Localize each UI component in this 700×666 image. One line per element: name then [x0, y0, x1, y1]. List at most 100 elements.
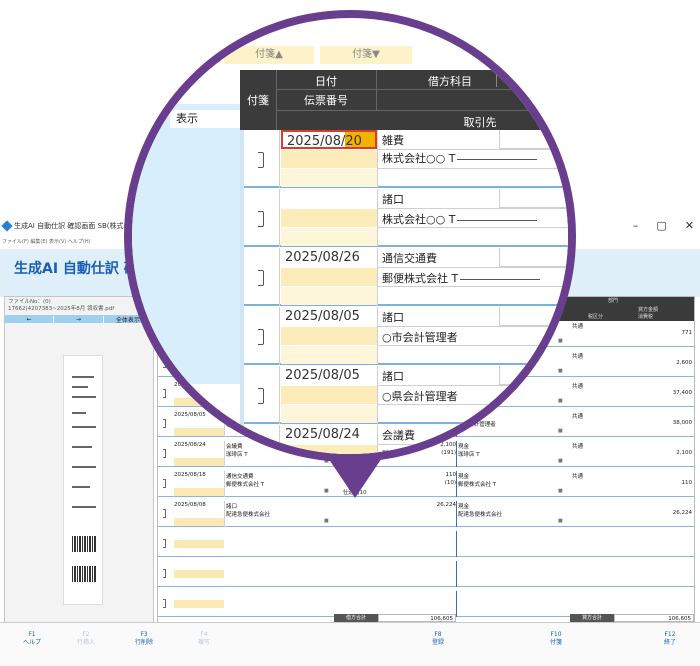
credit-amount[interactable]: 2,600: [614, 360, 692, 366]
tax-class[interactable]: 共通: [572, 412, 583, 420]
debit-subaccount-cell[interactable]: [499, 130, 568, 149]
partner-cell[interactable]: ○市会計管理者: [382, 329, 458, 345]
credit-partner[interactable]: 郵便株式会社 T: [458, 480, 496, 488]
tax-class[interactable]: 共通: [572, 382, 583, 390]
magnified-row[interactable]: 2025/08/05 諸口 ○市会計管理者: [244, 307, 568, 365]
voucher-number-cell[interactable]: [281, 327, 377, 345]
f12-exit-button[interactable]: F12 終了: [650, 631, 690, 647]
date-cell[interactable]: [281, 189, 377, 208]
next-page-button[interactable]: →: [54, 315, 104, 323]
debit-tax-amount[interactable]: (10): [388, 480, 456, 486]
tag-clip-icon[interactable]: [163, 599, 166, 608]
table-row[interactable]: 2025/08/08 諸口 配達急便株式会社 ■ 26,224 現金 配達急便株式会社 ■ 26…: [158, 501, 694, 527]
tax-class[interactable]: 共通: [572, 322, 583, 330]
row-date[interactable]: 2025/08/18: [174, 472, 206, 478]
debit-partner[interactable]: 郵便株式会社 T: [226, 480, 264, 488]
f3-delete-row-button[interactable]: F3 行削除: [124, 631, 164, 647]
tag-clip-icon[interactable]: [163, 569, 166, 578]
voucher-number-cell[interactable]: [281, 386, 377, 404]
date-cell[interactable]: 2025/08/26: [281, 248, 377, 267]
voucher-number-cell[interactable]: [281, 150, 377, 168]
tax-class[interactable]: 共通: [572, 442, 583, 450]
tag-clip-icon[interactable]: [258, 329, 264, 345]
f1-help-button[interactable]: F1 ヘルプ: [12, 631, 52, 647]
voucher-number-cell[interactable]: [281, 268, 377, 286]
partner-cell[interactable]: 郵便株式会社 T: [382, 270, 541, 286]
credit-account[interactable]: 現金: [458, 472, 469, 480]
partner-cell[interactable]: 株式会社○○ T: [382, 211, 538, 227]
tax-class[interactable]: 共通: [572, 472, 583, 480]
debit-account-cell[interactable]: 通信交通費: [382, 250, 437, 266]
row-date[interactable]: 2025/08/08: [174, 502, 206, 508]
debit-account-cell[interactable]: 諸口: [382, 191, 404, 207]
debit-account-cell[interactable]: 諸口: [382, 368, 404, 384]
table-row-empty[interactable]: [158, 531, 694, 557]
f4-copy-button[interactable]: F4 複写: [184, 631, 224, 647]
date-cell[interactable]: 2025/08/24: [281, 425, 377, 444]
debit-partner[interactable]: 配達急便株式会社: [226, 510, 270, 518]
date-cell[interactable]: 2025/08/05: [281, 366, 377, 385]
voucher-number-field[interactable]: [174, 518, 224, 526]
voucher-number-field[interactable]: [174, 458, 224, 466]
menu-bar[interactable]: ファイル(F) 編集(E) 表示(V) ヘルプ(H): [2, 238, 91, 245]
credit-partner[interactable]: 配達急便株式会社: [458, 510, 502, 518]
minimize-button[interactable]: –: [633, 219, 639, 232]
voucher-number-field[interactable]: [174, 600, 224, 608]
debit-subaccount-cell[interactable]: [499, 307, 568, 326]
table-row-empty[interactable]: [158, 561, 694, 587]
voucher-number-field[interactable]: [174, 488, 224, 496]
tag-clip-icon[interactable]: [258, 152, 264, 168]
magnified-row[interactable]: 2025/08/05 諸口 ○県会計管理者: [244, 366, 568, 424]
tag-cell[interactable]: [244, 248, 280, 306]
tax-class[interactable]: 共通: [572, 352, 583, 360]
tag-clip-icon[interactable]: [163, 539, 166, 548]
voucher-number-field[interactable]: [174, 540, 224, 548]
credit-amount[interactable]: 26,224: [614, 510, 692, 516]
debit-subaccount-cell[interactable]: [499, 425, 568, 444]
tag-up-button[interactable]: 付箋▲: [224, 46, 314, 64]
tag-cell[interactable]: [244, 307, 280, 365]
tag-cell[interactable]: [244, 366, 280, 424]
debit-amount[interactable]: 110: [388, 472, 457, 478]
debit-subaccount-cell[interactable]: [499, 189, 568, 208]
partner-cell[interactable]: ○県会計管理者: [382, 388, 458, 404]
tag-cell[interactable]: [244, 189, 280, 247]
tag-cell[interactable]: [244, 130, 280, 188]
date-cell[interactable]: 2025/08/05: [281, 307, 377, 326]
close-button[interactable]: ✕: [685, 219, 694, 232]
credit-amount[interactable]: 38,000: [614, 420, 692, 426]
tag-clip-icon[interactable]: [163, 509, 166, 518]
partner-cell[interactable]: 株式会社○○ T: [382, 150, 538, 166]
magnified-row[interactable]: 諸口株式会社○○ T: [244, 189, 568, 247]
debit-account[interactable]: 諸口: [226, 502, 237, 510]
debit-account-cell[interactable]: 会議費: [382, 427, 415, 443]
voucher-number-cell[interactable]: [281, 209, 377, 227]
debit-account-cell[interactable]: 諸口: [382, 309, 404, 325]
tag-clip-icon[interactable]: [258, 270, 264, 286]
voucher-number-field[interactable]: [174, 570, 224, 578]
tag-down-button[interactable]: 付箋▼: [320, 46, 412, 64]
maximize-button[interactable]: ▢: [656, 219, 666, 232]
credit-amount[interactable]: 771: [614, 330, 693, 336]
debit-subaccount-cell[interactable]: [499, 366, 568, 385]
f2-insert-row-button[interactable]: F2 行挿入: [66, 631, 106, 647]
prev-page-button[interactable]: ←: [5, 315, 55, 323]
tag-clip-icon[interactable]: [258, 388, 264, 404]
credit-amount[interactable]: 37,400: [614, 390, 692, 396]
memo-cell[interactable]: [281, 287, 377, 305]
magnified-row[interactable]: 2025/08/20 雑費 株式会社○○ T: [244, 130, 568, 188]
f8-register-button[interactable]: F8 登録: [418, 631, 458, 647]
tag-clip-icon[interactable]: [163, 479, 166, 488]
credit-amount[interactable]: 2,100: [614, 450, 692, 456]
memo-cell[interactable]: [281, 228, 377, 246]
debit-account[interactable]: 通信交通費: [226, 472, 254, 480]
memo-cell[interactable]: [281, 405, 377, 423]
debit-amount[interactable]: 26,224: [388, 502, 456, 508]
debit-subaccount-cell[interactable]: [499, 248, 568, 267]
memo-cell[interactable]: [281, 346, 377, 364]
table-row[interactable]: 2025/08/18 通信交通費 郵便株式会社 T ■ 仕通内10 110 (10) 現金 郵便…: [158, 471, 694, 497]
credit-account[interactable]: 現金: [458, 502, 469, 510]
magnified-row[interactable]: 2025/08/26 通信交通費郵便株式会社 T: [244, 248, 568, 306]
date-cell[interactable]: 2025/08/20: [281, 130, 377, 149]
display-button[interactable]: 表示: [170, 110, 240, 128]
